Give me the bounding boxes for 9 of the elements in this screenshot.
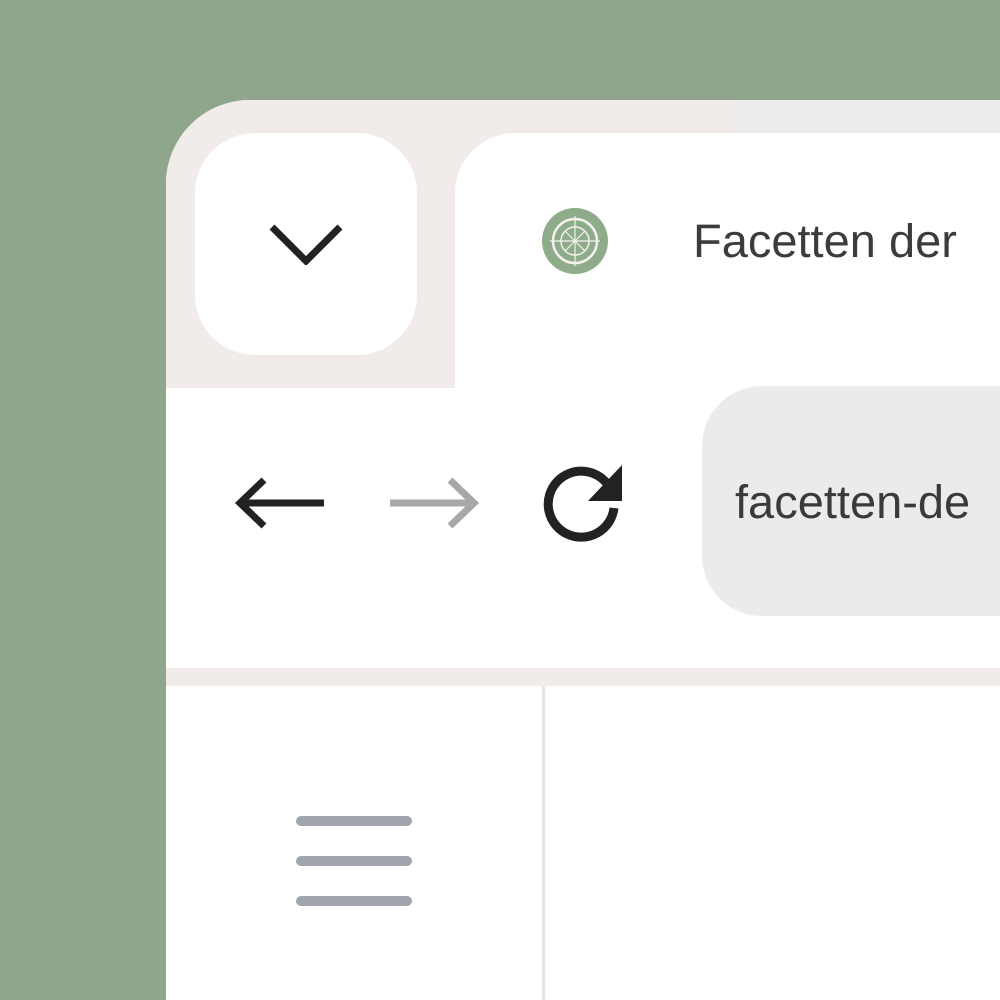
- address-field[interactable]: facetten-de: [702, 386, 1000, 616]
- browser-tab[interactable]: Facetten der: [455, 133, 1000, 388]
- forward-icon: [388, 477, 480, 529]
- menu-icon: [296, 816, 412, 906]
- chevron-down-icon: [269, 223, 343, 265]
- back-button[interactable]: [234, 477, 326, 529]
- favicon-icon: [542, 208, 608, 274]
- back-icon: [234, 477, 326, 529]
- tab-title: Facetten der: [693, 213, 957, 268]
